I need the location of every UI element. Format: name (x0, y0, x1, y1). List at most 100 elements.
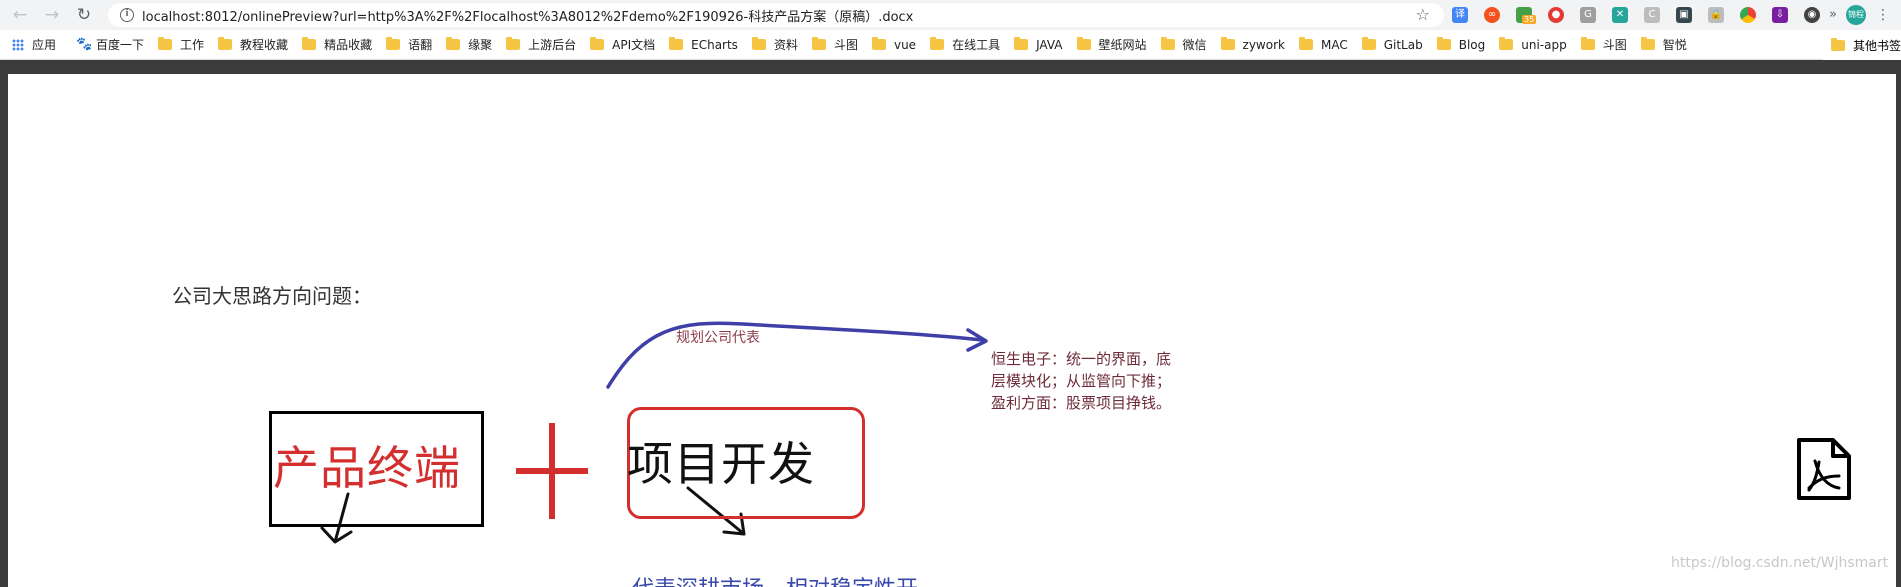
note-line: 层模块化；从监管向下推； (991, 372, 1172, 390)
folder-icon (386, 37, 401, 50)
bookmark-label: 工作 (180, 38, 205, 52)
bottom-text: 代表深耕市场，相对稳定性开 (632, 571, 918, 587)
folder-icon (1830, 37, 1845, 51)
bookmark-label: 上游后台 (528, 38, 577, 52)
bookmark-label: GitLab (1383, 37, 1423, 52)
folder-icon (158, 37, 173, 50)
folder-icon (1220, 37, 1235, 50)
bookmark-label: 在线工具 (952, 38, 1001, 52)
x-extension-icon[interactable]: ✕ (1612, 7, 1628, 23)
reload-icon[interactable]: ↻ (70, 1, 98, 29)
plus-sign-horizontal (516, 468, 588, 474)
folder-icon (1014, 37, 1029, 50)
bookmark-label: 百度一下 (96, 38, 145, 52)
translate-extension-icon[interactable]: 译 (1452, 7, 1468, 23)
chrome-extension-icon[interactable] (1740, 7, 1756, 23)
baidu-paw-icon: 🐾 (76, 36, 93, 52)
note-line: 盈利方面：股票项目挣钱。 (991, 394, 1172, 412)
bookmark-apps[interactable]: 应用 (0, 33, 64, 57)
bookmark-folder[interactable]: Blog (1431, 33, 1494, 57)
pdf-download-icon[interactable] (1795, 436, 1853, 506)
leaf-extension-icon[interactable]: 35 (1516, 7, 1537, 24)
bookmark-label: API文档 (612, 38, 656, 52)
folder-icon (669, 37, 684, 50)
project-development-label: 项目开发 (627, 437, 815, 491)
bookmark-folder[interactable]: 精品收藏 (296, 33, 380, 57)
download-extension-icon[interactable]: ⇩ (1772, 7, 1788, 23)
bookmark-label: 教程收藏 (240, 38, 289, 52)
watermark: https://blog.csdn.net/Wjhsmart (1671, 555, 1889, 571)
folder-icon (1076, 37, 1091, 50)
browser-toolbar: ← → ↻ i localhost:8012/onlinePreview?url… (0, 0, 1901, 30)
document-page: 公司大思路方向问题： 规划公司代表 恒生电子：统一的界面，底 层模块化；从监管向… (8, 74, 1896, 587)
back-arrow-icon[interactable]: ← (6, 1, 34, 29)
bookmark-folder[interactable]: API文档 (584, 33, 663, 57)
image-extension-icon[interactable]: ▣ (1676, 7, 1692, 23)
bookmark-label: 斗图 (1602, 38, 1627, 52)
folder-icon (1160, 37, 1175, 50)
bookmark-label: ECharts (691, 37, 738, 52)
address-url[interactable]: localhost:8012/onlinePreview?url=http%3A… (142, 6, 1402, 25)
bookmark-folder[interactable]: zywork (1215, 33, 1293, 57)
bookmark-label: MAC (1320, 37, 1348, 52)
folder-icon (930, 37, 945, 50)
bookmark-folder[interactable]: 语翻 (380, 33, 440, 57)
infinity-extension-icon[interactable]: ∞ (1484, 7, 1500, 23)
folder-icon (871, 37, 886, 50)
g-extension-icon[interactable]: G (1580, 7, 1596, 23)
lock-extension-icon[interactable]: 🔒 (1708, 7, 1724, 23)
folder-icon (1298, 37, 1313, 50)
bookmark-label: 应用 (32, 38, 57, 52)
bookmark-folder[interactable]: 上游后台 (500, 33, 584, 57)
arrow-label: 规划公司代表 (676, 330, 760, 346)
folder-icon (1640, 37, 1655, 50)
eye-extension-icon[interactable]: ◉ (1804, 7, 1820, 23)
product-terminal-label: 产品终端 (273, 441, 461, 495)
bookmark-folder[interactable]: ECharts (663, 33, 746, 57)
bookmark-label: vue (893, 37, 917, 52)
bookmark-folder[interactable]: JAVA (1008, 33, 1070, 57)
bookmark-label: Blog (1458, 37, 1486, 52)
bookmark-label: uni-app (1521, 37, 1567, 52)
bookmark-label: 壁纸网站 (1098, 38, 1147, 52)
bookmark-folder[interactable]: GitLab (1356, 33, 1431, 57)
bookmark-star-icon[interactable]: ☆ (1416, 5, 1430, 24)
bookmark-folder[interactable]: 斗图 (1575, 33, 1635, 57)
bookmark-folder[interactable]: 资料 (746, 33, 806, 57)
bookmark-folder[interactable]: 教程收藏 (212, 33, 296, 57)
site-info-icon[interactable]: i (120, 8, 134, 22)
profile-avatar[interactable]: 锦程 (1846, 5, 1866, 25)
folder-icon (751, 37, 766, 50)
forward-arrow-icon[interactable]: → (38, 1, 66, 29)
folder-icon (302, 37, 317, 50)
bookmark-folder[interactable]: 壁纸网站 (1071, 33, 1155, 57)
folder-icon (218, 37, 233, 50)
bookmark-folder[interactable]: vue (866, 33, 924, 57)
bookmark-baidu[interactable]: 🐾 百度一下 (64, 33, 152, 57)
bookmark-folder[interactable]: 在线工具 (924, 33, 1008, 57)
bookmark-folder[interactable]: 智悦 (1635, 33, 1695, 57)
bookmark-other[interactable]: 其他书签 (1822, 30, 1901, 60)
bookmark-label: 智悦 (1662, 38, 1687, 52)
address-bar[interactable]: i localhost:8012/onlinePreview?url=http%… (108, 3, 1444, 27)
folder-icon (1361, 37, 1376, 50)
bookmark-folder[interactable]: 微信 (1155, 33, 1215, 57)
bookmark-folder[interactable]: 缘聚 (440, 33, 500, 57)
folder-icon (1580, 37, 1595, 50)
folder-icon (506, 37, 521, 50)
bookmark-folder[interactable]: uni-app (1493, 33, 1574, 57)
bookmark-label: 缘聚 (468, 38, 493, 52)
bookmark-label: 微信 (1182, 38, 1207, 52)
bookmark-label: 资料 (773, 38, 798, 52)
bookmark-label: 语翻 (408, 38, 433, 52)
menu-icon[interactable]: ⋮ (1876, 7, 1890, 23)
c-extension-icon[interactable]: C (1644, 7, 1660, 23)
folder-icon (1499, 37, 1514, 50)
folder-icon (590, 37, 605, 50)
bookmark-label: JAVA (1036, 37, 1063, 52)
bookmark-folder[interactable]: MAC (1293, 33, 1356, 57)
bookmarks-overflow-chevron-icon[interactable]: » (1829, 7, 1837, 22)
adblock-extension-icon[interactable]: ● (1548, 7, 1564, 23)
bookmark-folder[interactable]: 斗图 (806, 33, 866, 57)
bookmark-folder[interactable]: 工作 (152, 33, 212, 57)
